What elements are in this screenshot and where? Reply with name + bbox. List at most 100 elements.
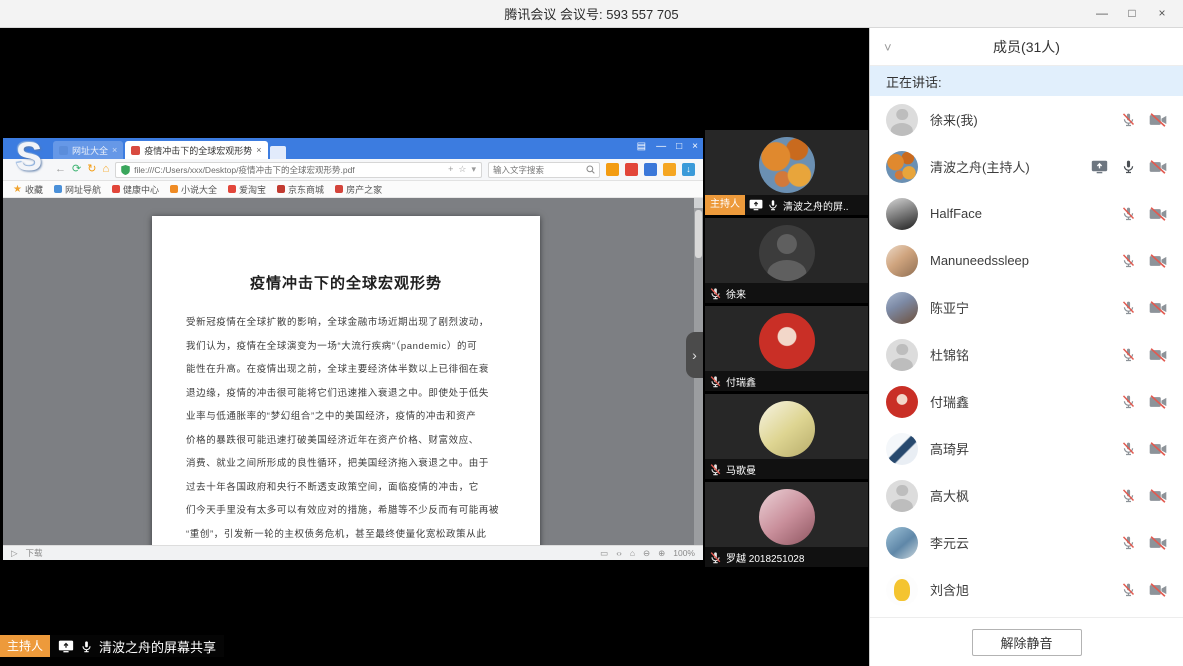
bookmark-item[interactable]: 房产之家: [335, 183, 382, 196]
minimize-icon[interactable]: —: [1087, 0, 1117, 27]
bookmark-item[interactable]: 小说大全: [170, 183, 217, 196]
video-tile[interactable]: 马歌曼: [705, 394, 868, 479]
mic-muted-icon[interactable]: [1121, 206, 1136, 221]
download-icon[interactable]: ↓: [682, 163, 695, 176]
member-row[interactable]: 徐来(我): [870, 96, 1183, 143]
download-label[interactable]: 下载: [26, 547, 43, 559]
screen-share-icon[interactable]: [1091, 160, 1108, 174]
search-input[interactable]: [493, 165, 577, 175]
mic-muted-icon[interactable]: [1121, 347, 1136, 362]
bookmark-item[interactable]: 健康中心: [112, 183, 159, 196]
tab-close-icon[interactable]: ×: [256, 145, 261, 155]
refresh-icon[interactable]: ⟳: [72, 164, 81, 175]
bookmark-label: 小说大全: [181, 183, 217, 196]
member-row[interactable]: 清波之舟(主持人): [870, 143, 1183, 190]
camera-off-icon[interactable]: [1149, 489, 1167, 503]
close-icon[interactable]: ×: [1147, 0, 1177, 27]
mic-muted-icon: [709, 551, 722, 564]
tile-label-bar: 主持人 清波之舟的屏..: [705, 195, 868, 215]
search-box[interactable]: [488, 162, 600, 178]
bookmark-item[interactable]: 网址导航: [54, 183, 101, 196]
member-row[interactable]: 付瑞鑫: [870, 378, 1183, 425]
member-row[interactable]: HalfFace: [870, 190, 1183, 237]
fit-page-icon[interactable]: ▭: [600, 548, 608, 559]
scrollbar-thumb[interactable]: [695, 210, 702, 258]
app-tool-icon[interactable]: [644, 163, 657, 176]
unmute-button[interactable]: 解除静音: [972, 629, 1082, 656]
camera-off-icon[interactable]: [1149, 583, 1167, 597]
member-row[interactable]: 李元云: [870, 519, 1183, 566]
member-name: 高琦昇: [930, 439, 1109, 458]
video-tile[interactable]: 徐来: [705, 218, 868, 303]
add-icon[interactable]: +: [448, 164, 453, 175]
bookmark-item[interactable]: ★ 收藏: [13, 183, 43, 196]
home-icon[interactable]: ⌂: [102, 164, 109, 175]
member-row[interactable]: 高大枫: [870, 472, 1183, 519]
favorite-star-icon[interactable]: ☆: [458, 164, 466, 175]
expand-strip-handle[interactable]: ›: [686, 332, 703, 378]
browser-tab[interactable]: 网址大全 ×: [53, 141, 123, 159]
camera-off-icon[interactable]: [1149, 254, 1167, 268]
browser-menu-icon[interactable]: ▤: [637, 141, 646, 152]
avatar: [886, 574, 918, 606]
mic-muted-icon[interactable]: [1121, 394, 1136, 409]
bookmark-item[interactable]: 京东商城: [277, 183, 324, 196]
maximize-icon[interactable]: □: [1117, 0, 1147, 27]
search-icon[interactable]: [586, 165, 595, 174]
member-row[interactable]: 刘含旭: [870, 566, 1183, 613]
camera-off-icon[interactable]: [1149, 207, 1167, 221]
browser-close-icon[interactable]: ×: [692, 141, 698, 152]
mic-muted-icon[interactable]: [1121, 488, 1136, 503]
mic-on-icon[interactable]: [1121, 159, 1136, 174]
zoom-out-icon[interactable]: ⊖: [643, 548, 650, 559]
new-tab-button[interactable]: [270, 146, 286, 159]
address-actions: + ☆ ▾: [448, 164, 476, 175]
address-bar[interactable]: file:///C:/Users/xxx/Desktop/疫情冲击下的全球宏观形…: [115, 162, 482, 178]
member-name: 杜锦铭: [930, 345, 1109, 364]
mail-tool-icon[interactable]: [663, 163, 676, 176]
camera-off-icon[interactable]: [1149, 348, 1167, 362]
tab-close-icon[interactable]: ×: [112, 145, 117, 155]
browser-restore-icon[interactable]: □: [676, 141, 682, 152]
tile-participant-name: 清波之舟的屏..: [783, 198, 849, 213]
camera-off-icon[interactable]: [1149, 160, 1167, 174]
camera-off-icon[interactable]: [1149, 301, 1167, 315]
video-tile[interactable]: 主持人 清波之舟的屏..: [705, 130, 868, 215]
voice-tool-icon[interactable]: [606, 163, 619, 176]
browser-minimize-icon[interactable]: —: [656, 141, 666, 152]
hot-tool-icon[interactable]: [625, 163, 638, 176]
mic-muted-icon[interactable]: [1121, 535, 1136, 550]
mic-muted-icon[interactable]: [1121, 441, 1136, 456]
bookmark-label: 房产之家: [346, 183, 382, 196]
camera-off-icon[interactable]: [1149, 113, 1167, 127]
scrollbar-up-arrow[interactable]: [694, 198, 703, 208]
mic-muted-icon[interactable]: [1121, 300, 1136, 315]
download-play-icon[interactable]: ▷: [11, 548, 18, 559]
member-row[interactable]: 杜锦铭: [870, 331, 1183, 378]
home-small-icon[interactable]: ⌂: [630, 548, 635, 558]
tile-avatar: [759, 489, 815, 545]
mic-muted-icon[interactable]: [1121, 253, 1136, 268]
zoom-in-icon[interactable]: ⊕: [658, 548, 665, 559]
back-icon[interactable]: ←: [55, 164, 66, 175]
collapse-panel-icon[interactable]: ˅: [884, 28, 892, 66]
browser-tab[interactable]: 疫情冲击下的全球宏观形势 ×: [125, 141, 267, 159]
member-row[interactable]: Manuneedssleep: [870, 237, 1183, 284]
mic-muted-icon[interactable]: [1121, 582, 1136, 597]
browser-toolbar: ← ⟳ ↻ ⌂ file:///C:/Users/xxx/Desktop/疫情冲…: [3, 159, 703, 181]
avatar: [886, 245, 918, 277]
video-tile[interactable]: 付瑞鑫: [705, 306, 868, 391]
member-row[interactable]: 陈亚宁: [870, 284, 1183, 331]
mic-muted-icon[interactable]: [1121, 112, 1136, 127]
camera-off-icon[interactable]: [1149, 395, 1167, 409]
member-row[interactable]: 高琦昇: [870, 425, 1183, 472]
video-tile[interactable]: 罗越 2018251028: [705, 482, 868, 567]
camera-off-icon[interactable]: [1149, 442, 1167, 456]
page-nav-icon[interactable]: ‹›: [616, 548, 622, 558]
url-text[interactable]: file:///C:/Users/xxx/Desktop/疫情冲击下的全球宏观形…: [134, 164, 444, 176]
speed-mode-icon[interactable]: ↻: [87, 164, 96, 175]
pdf-viewer-area: 疫情冲击下的全球宏观形势 受新冠疫情在全球扩散的影响，全球金融市场近期出现了剧烈…: [3, 198, 703, 545]
dropdown-icon[interactable]: ▾: [471, 164, 476, 175]
bookmark-item[interactable]: 爱淘宝: [228, 183, 266, 196]
camera-off-icon[interactable]: [1149, 536, 1167, 550]
